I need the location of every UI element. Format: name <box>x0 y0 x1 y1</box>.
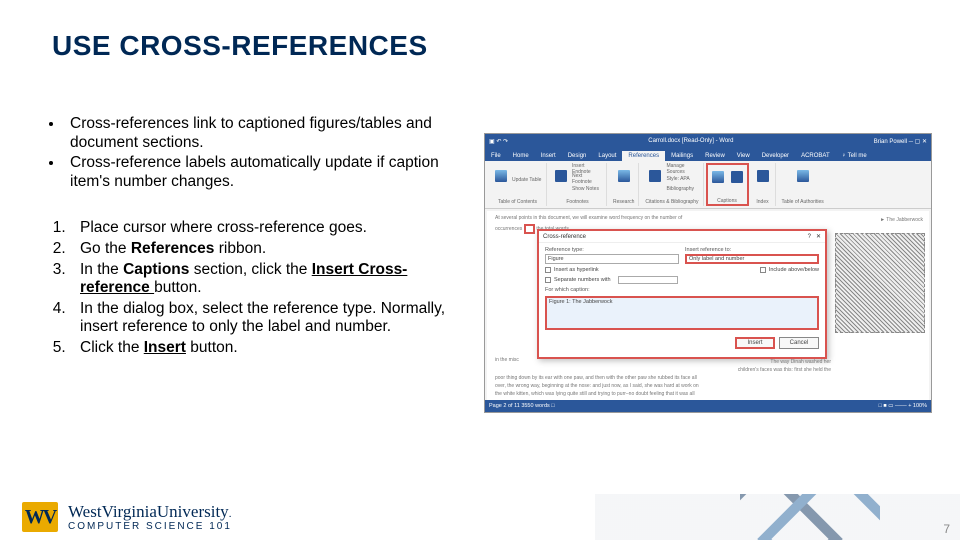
btn-insert-caption[interactable] <box>710 165 726 189</box>
insertion-point <box>524 224 535 234</box>
dialog-titlebar: Cross-reference ? ✕ <box>539 231 825 243</box>
group-label-index: Index <box>756 199 768 205</box>
group-label-captions: Captions <box>717 198 737 204</box>
tab-design[interactable]: Design <box>562 151 593 161</box>
reference-type-select[interactable]: Figure <box>545 254 679 264</box>
group-label-toc: Table of Contents <box>498 199 537 205</box>
slide-title: USE CROSS-REFERENCES <box>52 30 428 62</box>
word-screenshot: ▣ ↶ ↷ Carroll.docx [Read-Only] - Word Br… <box>484 133 932 413</box>
doc-text: the white kitten, which was lying quite … <box>495 391 831 397</box>
group-toa: Table of Authorities <box>778 163 828 206</box>
btn-toc[interactable] <box>493 164 509 188</box>
separate-numbers-input[interactable] <box>618 276 678 284</box>
insert-as-hyperlink-checkbox[interactable] <box>545 267 551 273</box>
bullet-2: Cross-reference labels automatically upd… <box>64 154 470 191</box>
reference-type-label: Reference type: <box>545 247 679 253</box>
status-right: □ ■ ▭ ─── + 100% <box>879 403 927 409</box>
page-number: 7 <box>943 522 950 536</box>
doc-text: The way Dinah washed her <box>495 359 831 365</box>
wv-mark-icon: WV <box>22 502 58 532</box>
group-label-citations: Citations & Bibliography <box>645 199 698 205</box>
btn-mark-entry[interactable] <box>755 164 771 188</box>
btn-add-text[interactable] <box>512 164 542 174</box>
jabberwock-illustration <box>835 233 925 333</box>
steps-list: Place cursor where cross-reference goes.… <box>40 219 470 357</box>
course-name: COMPUTER SCIENCE 101 <box>68 522 232 532</box>
doc-text: over, the wrong way, beginning at the no… <box>495 383 831 389</box>
status-bar: Page 2 of 11 3550 words □ □ ■ ▭ ─── + 10… <box>485 400 931 412</box>
quick-access: ▣ ↶ ↷ <box>489 138 508 145</box>
window-title: Carroll.docx [Read-Only] - Word <box>648 138 733 144</box>
dialog-title: Cross-reference <box>543 234 586 240</box>
btn-smart-lookup[interactable] <box>616 164 632 188</box>
insert-reference-to-select[interactable]: Only label and number <box>685 254 819 264</box>
tab-home[interactable]: Home <box>507 151 535 161</box>
ribbon: Update Table Table of Contents Insert En… <box>485 161 931 209</box>
doc-text: children's faces was this: first she hel… <box>495 367 831 373</box>
btn-bibliography[interactable]: Bibliography <box>666 184 696 194</box>
group-toc: Update Table Table of Contents <box>489 163 547 206</box>
for-which-caption-label: For which caption: <box>545 287 819 293</box>
tab-file[interactable]: File <box>485 151 507 161</box>
group-label-research: Research <box>613 199 634 205</box>
step-4: In the dialog box, select the reference … <box>70 300 470 337</box>
footer-decoration <box>740 494 880 540</box>
step-5: Click the Insert button. <box>70 339 470 358</box>
include-above-below-checkbox[interactable] <box>760 267 766 273</box>
group-citations: Manage SourcesStyle: APABibliography Cit… <box>641 163 703 206</box>
dialog-close-icon[interactable]: ? ✕ <box>808 233 821 240</box>
step-3: In the Captions section, click the Inser… <box>70 261 470 298</box>
tab-mailings[interactable]: Mailings <box>665 151 699 161</box>
separate-numbers-label: Separate numbers with <box>554 277 611 283</box>
slide-body: Cross-references link to captioned figur… <box>40 115 470 360</box>
tab-insert[interactable]: Insert <box>535 151 562 161</box>
group-captions: Captions <box>706 163 749 206</box>
step-2: Go the References ribbon. <box>70 240 470 259</box>
slide-footer: WV WestVirginiaUniversity. COMPUTER SCIE… <box>0 494 960 540</box>
wvu-logo: WV WestVirginiaUniversity. COMPUTER SCIE… <box>22 502 232 532</box>
university-name: WestVirginiaUniversity. <box>68 503 232 520</box>
tab-tellme[interactable]: ♀ Tell me <box>836 151 873 161</box>
word-titlebar: ▣ ↶ ↷ Carroll.docx [Read-Only] - Word Br… <box>485 134 931 148</box>
btn-style[interactable]: Style: APA <box>666 174 696 184</box>
tab-developer[interactable]: Developer <box>756 151 795 161</box>
tab-references[interactable]: References <box>622 151 665 161</box>
group-label-toa: Table of Authorities <box>782 199 824 205</box>
caption-listbox[interactable]: Figure 1: The Jabberwock <box>545 296 819 330</box>
step-1: Place cursor where cross-reference goes. <box>70 219 470 238</box>
btn-manage-sources[interactable]: Manage Sources <box>666 164 696 174</box>
figure-caption: ► The Jabberwock <box>880 217 923 223</box>
tab-view[interactable]: View <box>731 151 756 161</box>
btn-insert-citation[interactable] <box>647 164 663 188</box>
bullet-1: Cross-references link to captioned figur… <box>64 115 470 152</box>
doc-text: poor thing down by its ear with one paw,… <box>495 375 831 381</box>
group-footnotes: Insert EndnoteNext FootnoteShow Notes Fo… <box>549 163 607 206</box>
tab-layout[interactable]: Layout <box>592 151 622 161</box>
ribbon-tabs: File Home Insert Design Layout Reference… <box>485 148 931 161</box>
cross-reference-dialog: Cross-reference ? ✕ Reference type: Figu… <box>537 229 827 359</box>
btn-update-table[interactable]: Update Table <box>512 175 542 185</box>
include-above-below-label: Include above/below <box>769 267 819 273</box>
insert-as-hyperlink-label: Insert as hyperlink <box>554 267 599 273</box>
btn-show-notes[interactable]: Show Notes <box>572 184 602 194</box>
insert-reference-to-label: Insert reference to: <box>685 247 819 253</box>
intro-bullets: Cross-references link to captioned figur… <box>40 115 470 191</box>
btn-cross-reference[interactable] <box>729 165 745 189</box>
status-left: Page 2 of 11 3550 words □ <box>489 403 555 409</box>
group-label-footnotes: Footnotes <box>566 199 588 205</box>
doc-text: At several points in this document, we w… <box>495 215 921 221</box>
document-page: At several points in this document, we w… <box>487 211 929 401</box>
group-research: Research <box>609 163 639 206</box>
window-controls: Brian Powell ─ ▢ ✕ <box>874 138 927 145</box>
separate-numbers-checkbox[interactable] <box>545 277 551 283</box>
group-index: Index <box>751 163 776 206</box>
btn-next-footnote[interactable]: Next Footnote <box>572 174 602 184</box>
tab-review[interactable]: Review <box>699 151 731 161</box>
btn-insert-footnote[interactable] <box>553 164 569 188</box>
btn-mark-citation[interactable] <box>795 164 811 188</box>
cancel-button[interactable]: Cancel <box>779 337 819 349</box>
tab-acrobat[interactable]: ACROBAT <box>795 151 836 161</box>
insert-button[interactable]: Insert <box>735 337 775 349</box>
